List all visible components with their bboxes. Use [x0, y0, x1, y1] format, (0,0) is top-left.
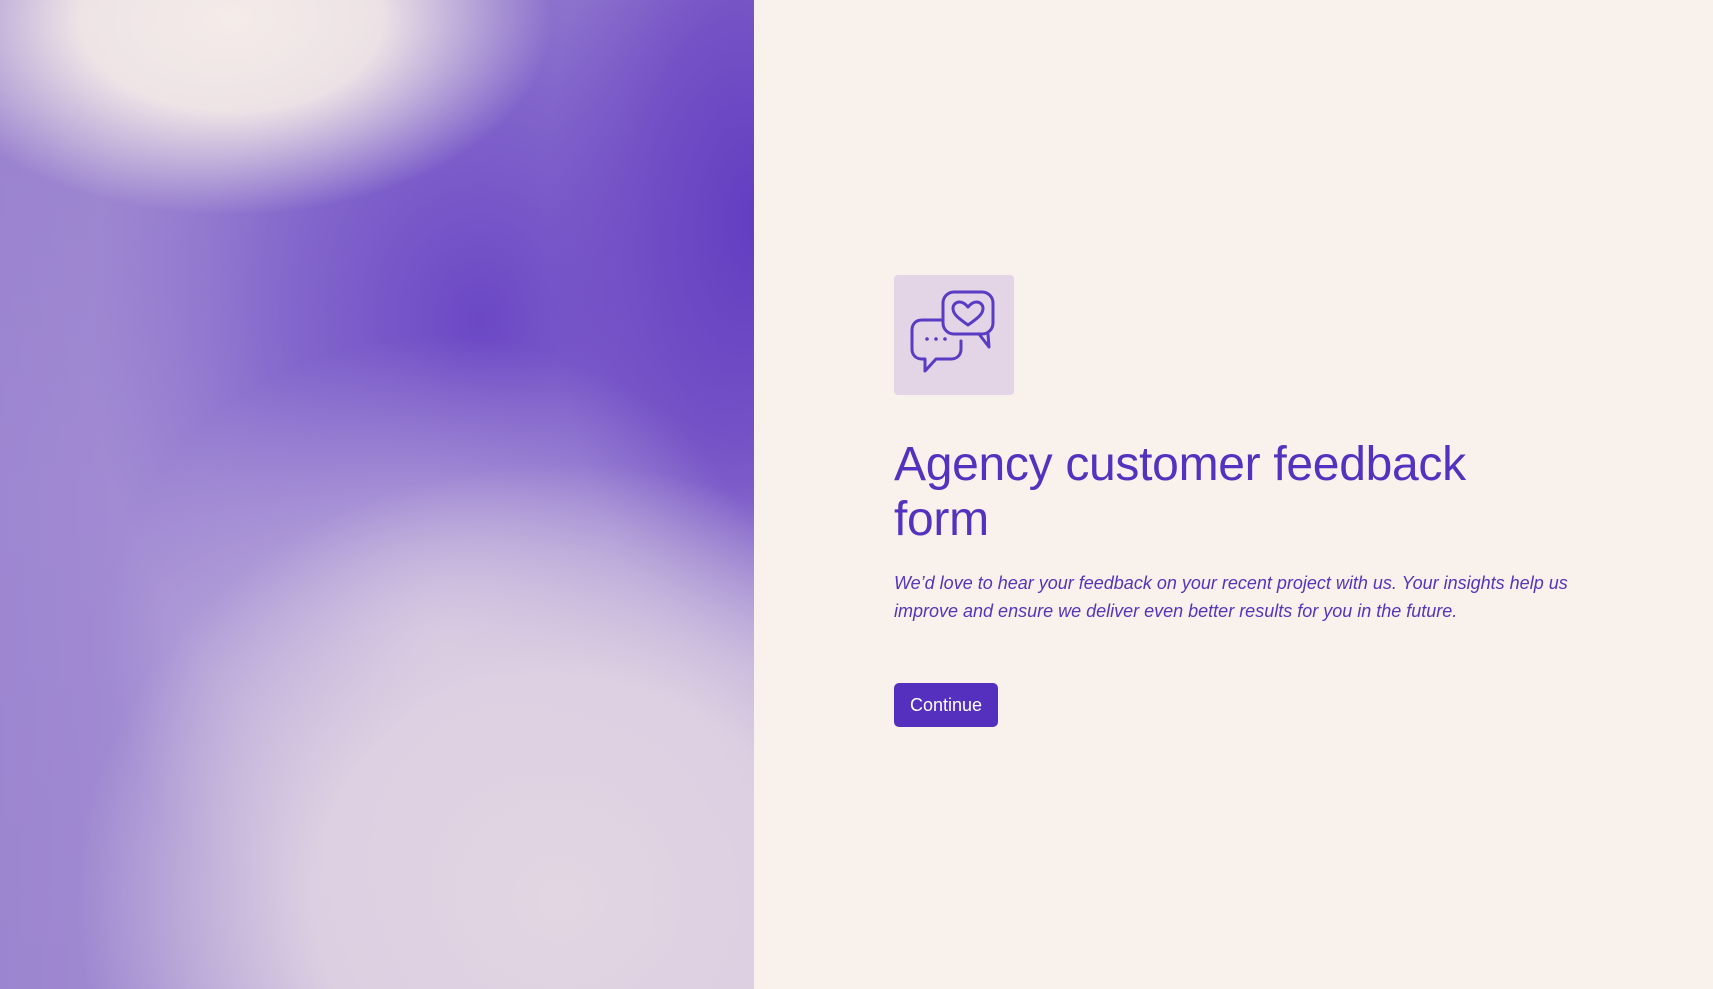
continue-button[interactable]: Continue [894, 683, 999, 727]
form-title: Agency customer feedback form [894, 438, 1466, 546]
form-description: We’d love to hear your feedback on your … [894, 573, 1568, 621]
hero-gradient-bottom-mist [0, 0, 754, 989]
chat-bubbles-heart-icon [910, 290, 995, 373]
content-panel: Agency customer feedback form We’d love … [754, 0, 1713, 989]
hero-gradient-panel [0, 0, 754, 989]
page: Agency customer feedback form We’d love … [0, 0, 1713, 989]
welcome-screen: Agency customer feedback form We’d love … [894, 275, 1594, 727]
icon-tile [894, 275, 1014, 395]
